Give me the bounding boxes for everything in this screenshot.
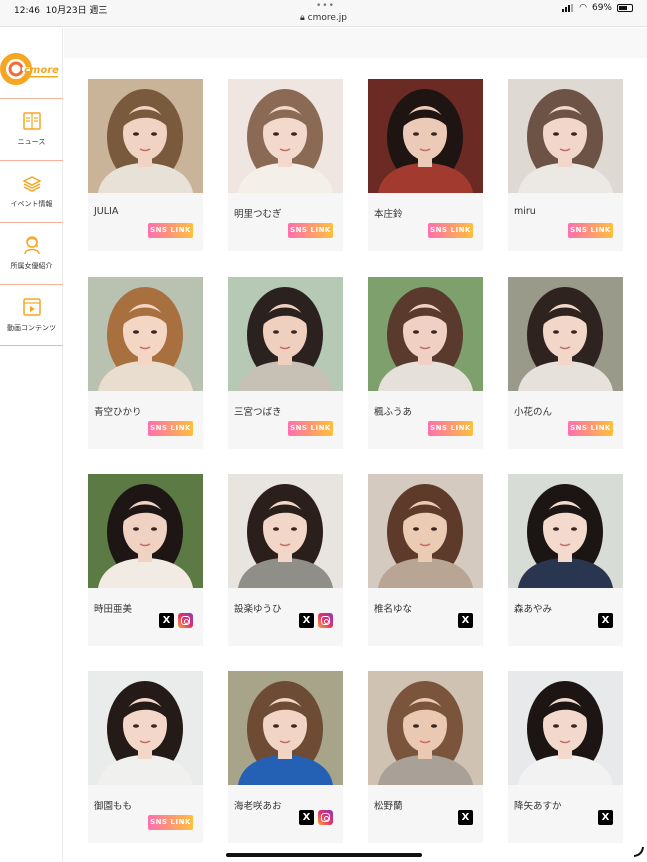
video-icon [22, 298, 41, 316]
actress-name[interactable]: 御園もも [94, 798, 132, 812]
x-icon[interactable]: X [299, 613, 314, 628]
actress-card[interactable]: 時田亜美 X [88, 474, 203, 646]
actress-card[interactable]: 本庄鈴 SNS LINK [368, 79, 483, 251]
actress-photo[interactable] [508, 79, 623, 193]
cmore-logo[interactable]: cmore [0, 40, 63, 98]
actress-photo[interactable] [228, 671, 343, 785]
actress-card[interactable]: 三宮つばき SNS LINK [228, 277, 343, 449]
actress-card[interactable]: 降矢あすか X [508, 671, 623, 843]
actress-card[interactable]: 青空ひかり SNS LINK [88, 277, 203, 449]
sidebar-item-label: ニュース [17, 138, 46, 146]
sns-link-button[interactable]: SNS LINK [288, 223, 333, 238]
actress-name[interactable]: miru [514, 206, 536, 217]
home-indicator[interactable] [226, 853, 422, 857]
actress-card[interactable]: 楓ふうあ SNS LINK [368, 277, 483, 449]
battery-icon [617, 4, 633, 12]
logo-text: cmore [24, 65, 59, 76]
sidebar-item-news[interactable]: ニュース [0, 98, 63, 160]
browser-menu-dots[interactable]: ••• [316, 1, 335, 11]
actress-card[interactable]: 明里つむぎ SNS LINK [228, 79, 343, 251]
x-icon[interactable]: X [299, 810, 314, 825]
actress-card[interactable]: 小花のん SNS LINK [508, 277, 623, 449]
cellular-signal-icon [562, 4, 574, 12]
actress-photo[interactable] [508, 277, 623, 391]
sns-link-button[interactable]: SNS LINK [428, 421, 473, 436]
actress-card[interactable]: JULIA SNS LINK [88, 79, 203, 251]
instagram-icon[interactable] [318, 810, 333, 825]
actress-photo[interactable] [368, 79, 483, 193]
sidebar-item-event[interactable]: イベント情報 [0, 160, 63, 222]
actress-photo[interactable] [88, 671, 203, 785]
wifi-icon: ◠ [579, 3, 587, 13]
actress-name[interactable]: 森あやみ [514, 601, 552, 615]
battery-fill [619, 6, 628, 10]
sidebar-item-actress[interactable]: 所属女優紹介 [0, 222, 63, 284]
sns-link-button[interactable]: SNS LINK [148, 815, 193, 830]
sns-link-button[interactable]: SNS LINK [568, 421, 613, 436]
x-icon[interactable]: X [458, 810, 473, 825]
actress-name[interactable]: 海老咲あお [234, 798, 282, 812]
status-bar: 12:46 10月23日 週三 ••• 🔒︎ cmore.jp ◠ 69% [0, 0, 647, 27]
actress-name[interactable]: 本庄鈴 [374, 206, 403, 220]
actress-name[interactable]: 松野蘭 [374, 798, 403, 812]
actress-photo[interactable] [88, 79, 203, 193]
sidebar-item-label: 所属女優紹介 [10, 262, 53, 270]
sidebar-item-video[interactable]: 動画コンテンツ [0, 284, 63, 346]
actress-name[interactable]: 設楽ゆうひ [234, 601, 282, 615]
sns-link-button[interactable]: SNS LINK [148, 421, 193, 436]
content-header-band [64, 28, 647, 58]
sns-link-button[interactable]: SNS LINK [428, 223, 473, 238]
actress-photo[interactable] [88, 474, 203, 588]
status-indicators: ◠ 69% [562, 3, 633, 13]
address-bar[interactable]: 🔒︎ cmore.jp [0, 13, 647, 23]
event-icon [21, 176, 42, 192]
actress-name[interactable]: 椎名ゆな [374, 601, 412, 615]
actress-photo[interactable] [228, 79, 343, 193]
x-icon[interactable]: X [598, 810, 613, 825]
actress-name[interactable]: 小花のん [514, 404, 552, 418]
x-icon[interactable]: X [598, 613, 613, 628]
actress-photo[interactable] [228, 474, 343, 588]
actress-name[interactable]: 降矢あすか [514, 798, 562, 812]
actress-name[interactable]: 明里つむぎ [234, 206, 282, 220]
lock-icon: 🔒︎ [299, 13, 305, 23]
resize-handle-icon[interactable] [632, 845, 644, 857]
actress-photo[interactable] [508, 671, 623, 785]
actress-card[interactable]: miru SNS LINK [508, 79, 623, 251]
sidebar-item-label: 動画コンテンツ [7, 324, 56, 332]
news-icon [22, 112, 41, 130]
actress-icon [23, 236, 40, 255]
actress-photo[interactable] [508, 474, 623, 588]
actress-photo[interactable] [368, 671, 483, 785]
instagram-icon[interactable] [318, 613, 333, 628]
actress-grid: JULIA SNS LINK 明里つむぎ SNS LINK 本庄鈴 SNS LINK mir… [64, 58, 647, 862]
actress-name[interactable]: 楓ふうあ [374, 404, 412, 418]
actress-card[interactable]: 海老咲あお X [228, 671, 343, 843]
sns-link-button[interactable]: SNS LINK [568, 223, 613, 238]
instagram-icon[interactable] [178, 613, 193, 628]
actress-card[interactable]: 御園もも SNS LINK [88, 671, 203, 843]
actress-name[interactable]: 三宮つばき [234, 404, 282, 418]
sidebar: cmore ニュース イベント情報 所属女優紹介 動画コンテンツ [0, 28, 63, 862]
actress-card[interactable]: 森あやみ X [508, 474, 623, 646]
sns-link-button[interactable]: SNS LINK [148, 223, 193, 238]
battery-percent: 69% [591, 3, 612, 13]
sns-link-button[interactable]: SNS LINK [288, 421, 333, 436]
actress-photo[interactable] [88, 277, 203, 391]
actress-card[interactable]: 椎名ゆな X [368, 474, 483, 646]
actress-name[interactable]: 青空ひかり [94, 404, 142, 418]
actress-photo[interactable] [228, 277, 343, 391]
actress-name[interactable]: 時田亜美 [94, 601, 132, 615]
actress-photo[interactable] [368, 474, 483, 588]
x-icon[interactable]: X [159, 613, 174, 628]
actress-card[interactable]: 松野蘭 X [368, 671, 483, 843]
actress-card[interactable]: 設楽ゆうひ X [228, 474, 343, 646]
actress-photo[interactable] [368, 277, 483, 391]
sidebar-item-label: イベント情報 [10, 200, 53, 208]
url-text: cmore.jp [307, 13, 347, 23]
x-icon[interactable]: X [458, 613, 473, 628]
actress-name[interactable]: JULIA [94, 206, 118, 217]
